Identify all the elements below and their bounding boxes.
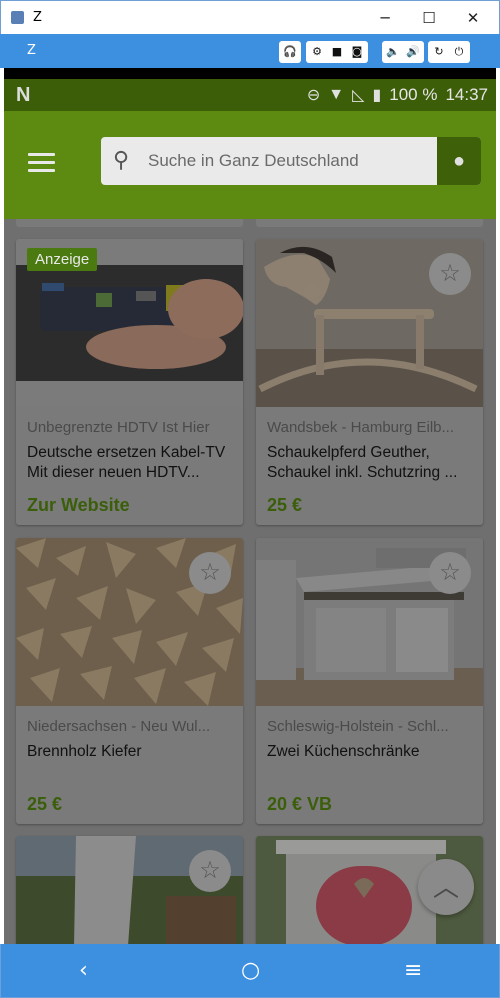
navigation-bar: ‹ ○ ≡ bbox=[0, 944, 500, 998]
listing-price: 25 € bbox=[267, 495, 303, 515]
favorite-star-icon[interactable]: ☆ bbox=[429, 552, 471, 594]
listing-card[interactable]: ☆ bbox=[16, 836, 243, 944]
listing-title: Schaukelpferd Geuther, Schaukel inkl. Sc… bbox=[267, 444, 458, 481]
favorite-star-icon[interactable]: ☆ bbox=[429, 253, 471, 295]
favorite-star-icon[interactable]: ☆ bbox=[189, 552, 231, 594]
headphones-icon[interactable]: 🎧 bbox=[282, 44, 298, 60]
notification-app-icon: N bbox=[16, 84, 31, 106]
listing-price: 25 € bbox=[27, 794, 63, 814]
status-bar: N ⊖ ▼ ◺ ▮ 100 % 14:37 bbox=[4, 79, 496, 111]
listing-location: Wandsbek - Hamburg Eilb... bbox=[267, 419, 455, 436]
ad-badge: Anzeige bbox=[27, 248, 98, 271]
listing-price[interactable]: Zur Website bbox=[27, 495, 130, 516]
search-input[interactable] bbox=[148, 137, 428, 185]
favorite-star-icon[interactable]: ☆ bbox=[189, 850, 231, 892]
listing-location: Niedersachsen - Neu Wul... bbox=[27, 718, 211, 735]
menu-icon[interactable] bbox=[28, 153, 55, 173]
listing-image: ☆ bbox=[16, 538, 243, 706]
listing-card[interactable]: ☆ Schleswig-Holstein - Schl... Zwei Küch… bbox=[256, 538, 483, 824]
scroll-to-top-button[interactable]: ︿ bbox=[418, 859, 474, 915]
home-icon[interactable]: ○ bbox=[241, 958, 260, 983]
menu-lines-icon[interactable]: ≡ bbox=[404, 958, 422, 983]
volume-down-icon[interactable]: 🔈 bbox=[385, 44, 401, 60]
clock: 14:37 bbox=[445, 85, 488, 104]
card-above-left bbox=[16, 219, 243, 227]
no-signal-icon: ◺ bbox=[352, 87, 365, 104]
wifi-icon: ▼ bbox=[328, 86, 345, 103]
listing-image: ☆ bbox=[16, 836, 243, 944]
gear-icon[interactable]: ⚙ bbox=[309, 44, 325, 60]
listing-image: Anzeige bbox=[16, 239, 243, 407]
battery-level: 100 % bbox=[389, 85, 438, 104]
maximize-button[interactable]: ☐ bbox=[417, 7, 441, 29]
window-title: Z bbox=[33, 10, 42, 25]
power-icon[interactable]: ⏻ bbox=[451, 44, 467, 60]
listing-location: Schleswig-Holstein - Schl... bbox=[267, 718, 449, 735]
listing-image: ☆ bbox=[256, 538, 483, 706]
rotate-icon[interactable]: ↻ bbox=[431, 44, 447, 60]
search-icon: ⚲ bbox=[113, 147, 130, 172]
listing-card[interactable]: ☆ Niedersachsen - Neu Wul... Brennholz K… bbox=[16, 538, 243, 824]
headphones-group: 🎧 bbox=[279, 41, 301, 63]
window-titlebar: Z ─ ☐ ✕ bbox=[0, 0, 500, 34]
battery-icon: ▮ bbox=[372, 87, 382, 104]
listing-image: ☆ bbox=[256, 239, 483, 407]
app-icon bbox=[11, 11, 24, 24]
volume-group: 🔈 🔊 bbox=[382, 41, 424, 63]
power-group: ↻ ⏻ bbox=[428, 41, 470, 63]
minimize-button[interactable]: ─ bbox=[373, 7, 397, 29]
location-pin-icon[interactable]: ● bbox=[437, 137, 481, 185]
toolbar-label: Z bbox=[27, 43, 36, 58]
listing-title: Deutsche ersetzen Kabel-TV Mit dieser ne… bbox=[27, 444, 226, 481]
phone-frame: N ⊖ ▼ ◺ ▮ 100 % 14:37 ⚲ ● bbox=[4, 68, 496, 946]
listing-price: 20 € VB bbox=[267, 794, 333, 814]
close-button[interactable]: ✕ bbox=[461, 7, 485, 29]
listing-card[interactable]: Anzeige Unbegrenzte HDTV Ist Hier Deutsc… bbox=[16, 239, 243, 525]
card-above-right bbox=[256, 219, 483, 227]
video-camera-icon[interactable]: ■ bbox=[329, 44, 345, 60]
emulator-toolbar: Z 🎧 ⚙ ■ ◙ 🔈 🔊 ↻ ⏻ bbox=[0, 34, 500, 68]
listing-location: Unbegrenzte HDTV Ist Hier bbox=[27, 419, 210, 436]
volume-up-icon[interactable]: 🔊 bbox=[405, 44, 421, 60]
camera-icon[interactable]: ◙ bbox=[349, 44, 365, 60]
back-icon[interactable]: ‹ bbox=[79, 958, 88, 983]
search-bar: ⚲ ● bbox=[101, 137, 481, 185]
capture-group: ⚙ ■ ◙ bbox=[306, 41, 368, 63]
listing-card[interactable]: ☆ Wandsbek - Hamburg Eilb... Schaukelpfe… bbox=[256, 239, 483, 525]
phone-screen: N ⊖ ▼ ◺ ▮ 100 % 14:37 ⚲ ● bbox=[4, 79, 496, 944]
do-not-disturb-icon: ⊖ bbox=[306, 87, 321, 104]
listing-title: Brennholz Kiefer bbox=[27, 743, 142, 760]
listing-title: Zwei Küchenschränke bbox=[267, 743, 420, 760]
app-bar: ⚲ ● bbox=[4, 111, 496, 219]
